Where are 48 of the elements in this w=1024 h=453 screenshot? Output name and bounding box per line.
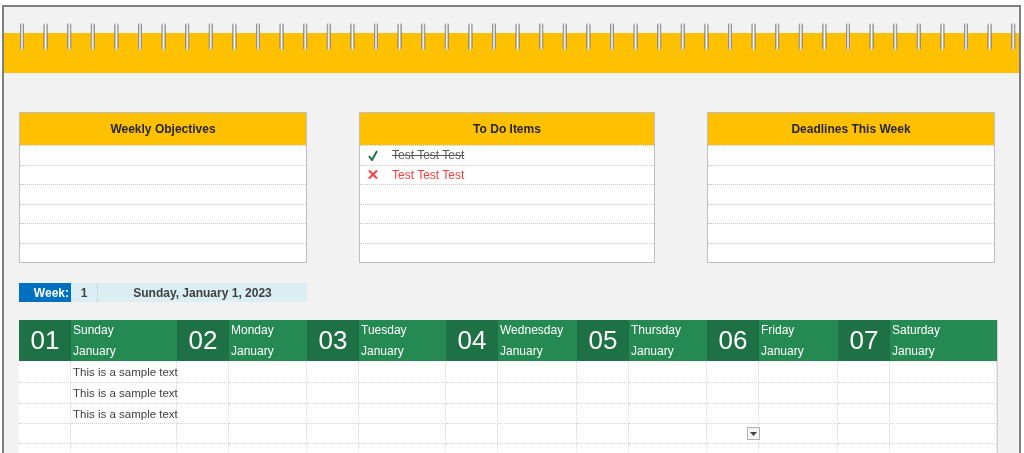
month-label: January [73,343,117,358]
weekday-label: Thursday [631,323,683,338]
month-label: January [892,343,936,358]
entry-text: This is a sample text [73,387,178,399]
calendar-cell [577,404,629,424]
calendar-cell [838,361,890,383]
day-number: 05 [577,320,629,361]
week-date: Sunday, January 1, 2023 [98,283,307,302]
day-number: 07 [838,320,890,361]
panel-title: Deadlines This Week [708,113,994,145]
day-number: 03 [307,320,359,361]
calendar-cell [838,404,890,424]
month-label: January [761,343,805,358]
todo-item: Test Test Test [392,167,465,182]
day-number: 04 [446,320,498,361]
todo-item: Test Test Test [392,148,465,163]
week-number: 1 [71,283,98,302]
calendar-cell [838,383,890,404]
calendar-cell [707,383,759,404]
day-number: 01 [19,320,71,361]
panel-title: Weekly Objectives [20,113,306,145]
calendar-cell [446,361,498,383]
day-number: 06 [707,320,759,361]
entry-text: This is a sample text [73,365,178,378]
calendar-cell [577,383,629,404]
weekday-label: Tuesday [361,323,408,338]
month-label: January [631,343,675,358]
panel-title: To Do Items [360,113,654,145]
calendar-cell [446,404,498,424]
dropdown-button[interactable] [747,427,760,440]
month-label: January [231,343,275,358]
week-label: Week: [19,283,71,302]
month-label: January [500,343,544,358]
month-label: January [361,343,405,358]
calendar-cell [707,361,759,383]
weekday-label: Wednesday [500,323,565,338]
day-number: 02 [177,320,229,361]
calendar-cell [307,361,359,383]
weekday-label: Saturday [892,323,942,338]
calendar-cell [446,383,498,404]
weekday-label: Monday [231,323,275,338]
weekday-label: Friday [761,323,796,338]
calendar-cell [307,404,359,424]
caret-icon [750,431,757,436]
weekday-label: Sunday [73,323,115,338]
entry-text: This is a sample text [73,407,178,420]
calendar-cell [307,383,359,404]
calendar-cell [577,361,629,383]
